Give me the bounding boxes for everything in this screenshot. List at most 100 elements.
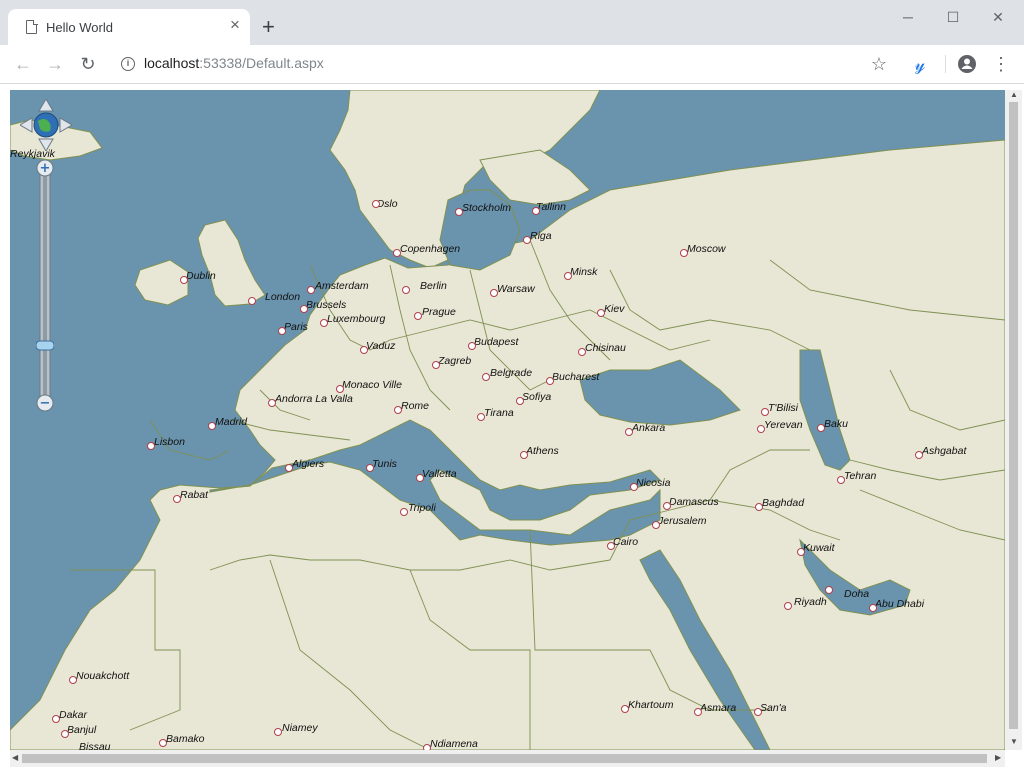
scroll-left-icon[interactable]: ◀ [12, 753, 18, 762]
zoom-out-icon[interactable] [36, 396, 54, 412]
city-marker[interactable] [680, 249, 688, 257]
forward-icon[interactable]: → [44, 53, 66, 75]
city-marker[interactable] [663, 502, 671, 510]
city-marker[interactable] [755, 503, 763, 511]
menu-icon[interactable]: ⋮ [990, 53, 1012, 75]
city-marker[interactable] [69, 676, 77, 684]
close-tab-icon[interactable]: × [227, 16, 243, 33]
back-icon[interactable]: ← [12, 53, 34, 75]
city-marker[interactable] [817, 424, 825, 432]
info-icon[interactable]: i [121, 57, 135, 71]
city-marker[interactable] [754, 708, 762, 716]
city-marker[interactable] [278, 327, 286, 335]
city-marker[interactable] [694, 708, 702, 716]
city-marker[interactable] [61, 730, 69, 738]
city-label-riyadh: Riyadh [794, 596, 827, 608]
city-marker[interactable] [248, 297, 256, 305]
minimize-icon[interactable]: ─ [898, 8, 918, 26]
city-marker[interactable] [869, 604, 877, 612]
city-marker[interactable] [837, 476, 845, 484]
close-window-icon[interactable]: ✕ [988, 8, 1008, 26]
city-label-lisbon: Lisbon [154, 436, 185, 448]
city-marker[interactable] [366, 464, 374, 472]
city-marker[interactable] [630, 483, 638, 491]
new-tab-icon[interactable]: + [262, 16, 275, 38]
city-marker[interactable] [307, 286, 315, 294]
city-marker[interactable] [360, 346, 368, 354]
city-marker[interactable] [320, 319, 328, 327]
city-marker[interactable] [578, 348, 586, 356]
city-marker[interactable] [523, 236, 531, 244]
city-marker[interactable] [52, 715, 60, 723]
city-marker[interactable] [147, 442, 155, 450]
pan-control[interactable] [19, 98, 73, 152]
account-icon[interactable] [956, 53, 978, 75]
city-marker[interactable] [208, 422, 216, 430]
extension-icon[interactable]: 𝓎 [909, 53, 931, 75]
city-label-niamey: Niamey [282, 722, 318, 734]
city-marker[interactable] [597, 309, 605, 317]
city-marker[interactable] [414, 312, 422, 320]
city-marker[interactable] [394, 406, 402, 414]
city-marker[interactable] [402, 286, 410, 294]
city-label-rabat: Rabat [180, 489, 209, 501]
city-marker[interactable] [482, 373, 490, 381]
vertical-scroll-thumb[interactable] [1009, 102, 1018, 729]
city-marker[interactable] [477, 413, 485, 421]
vertical-scrollbar[interactable]: ▲ ▼ [1005, 90, 1022, 750]
scroll-up-icon[interactable]: ▲ [1010, 90, 1018, 99]
city-marker[interactable] [468, 342, 476, 350]
city-marker[interactable] [490, 289, 498, 297]
city-marker[interactable] [432, 361, 440, 369]
zoom-slider[interactable]: + − [35, 159, 55, 412]
city-marker[interactable] [159, 739, 167, 747]
city-marker[interactable] [400, 508, 408, 516]
city-marker[interactable] [285, 464, 293, 472]
city-label-valletta: Valletta [422, 468, 457, 480]
city-marker[interactable] [564, 272, 572, 280]
url-text[interactable]: localhost:53338/Default.aspx [144, 55, 324, 71]
scroll-down-icon[interactable]: ▼ [1010, 737, 1018, 746]
city-marker[interactable] [825, 586, 833, 594]
city-marker[interactable] [372, 200, 380, 208]
city-label-damascus: Damascus [669, 496, 719, 508]
city-label-doha: Doha [844, 588, 870, 600]
city-marker[interactable] [761, 408, 769, 416]
city-marker[interactable] [300, 305, 308, 313]
city-label-riga: Riga [530, 230, 552, 242]
city-marker[interactable] [532, 207, 540, 215]
city-marker[interactable] [268, 399, 276, 407]
city-marker[interactable] [652, 521, 660, 529]
horizontal-scroll-thumb[interactable] [22, 754, 987, 763]
city-marker[interactable] [416, 474, 424, 482]
city-marker[interactable] [797, 548, 805, 556]
city-marker[interactable] [455, 208, 463, 216]
city-label-belgrade: Belgrade [490, 367, 533, 379]
map-canvas[interactable]: Reykjavik Oslo Stockholm Tallinn Riga Copenha… [10, 90, 1005, 750]
city-marker[interactable] [520, 451, 528, 459]
city-marker[interactable] [180, 276, 188, 284]
maximize-icon[interactable]: ☐ [943, 8, 963, 26]
city-marker[interactable] [607, 542, 615, 550]
city-marker[interactable] [625, 428, 633, 436]
city-label-nicosia: Nicosia [636, 477, 671, 489]
city-marker[interactable] [546, 377, 554, 385]
horizontal-scrollbar[interactable]: ◀ ▶ [10, 750, 1005, 767]
city-label-warsaw: Warsaw [497, 283, 535, 295]
tab-hello-world[interactable]: Hello World × [8, 9, 250, 45]
zoom-slider-thumb[interactable] [36, 341, 54, 350]
city-marker[interactable] [173, 495, 181, 503]
bookmark-star-icon[interactable]: ☆ [868, 53, 890, 75]
scroll-right-icon[interactable]: ▶ [995, 753, 1001, 762]
city-marker[interactable] [516, 397, 524, 405]
city-marker[interactable] [915, 451, 923, 459]
toolbar-separator [945, 55, 946, 73]
city-marker[interactable] [274, 728, 282, 736]
reload-icon[interactable]: ↻ [77, 53, 99, 75]
zoom-in-icon[interactable] [36, 160, 54, 176]
city-marker[interactable] [393, 249, 401, 257]
city-marker[interactable] [757, 425, 765, 433]
city-marker[interactable] [621, 705, 629, 713]
city-marker[interactable] [336, 385, 344, 393]
city-marker[interactable] [784, 602, 792, 610]
